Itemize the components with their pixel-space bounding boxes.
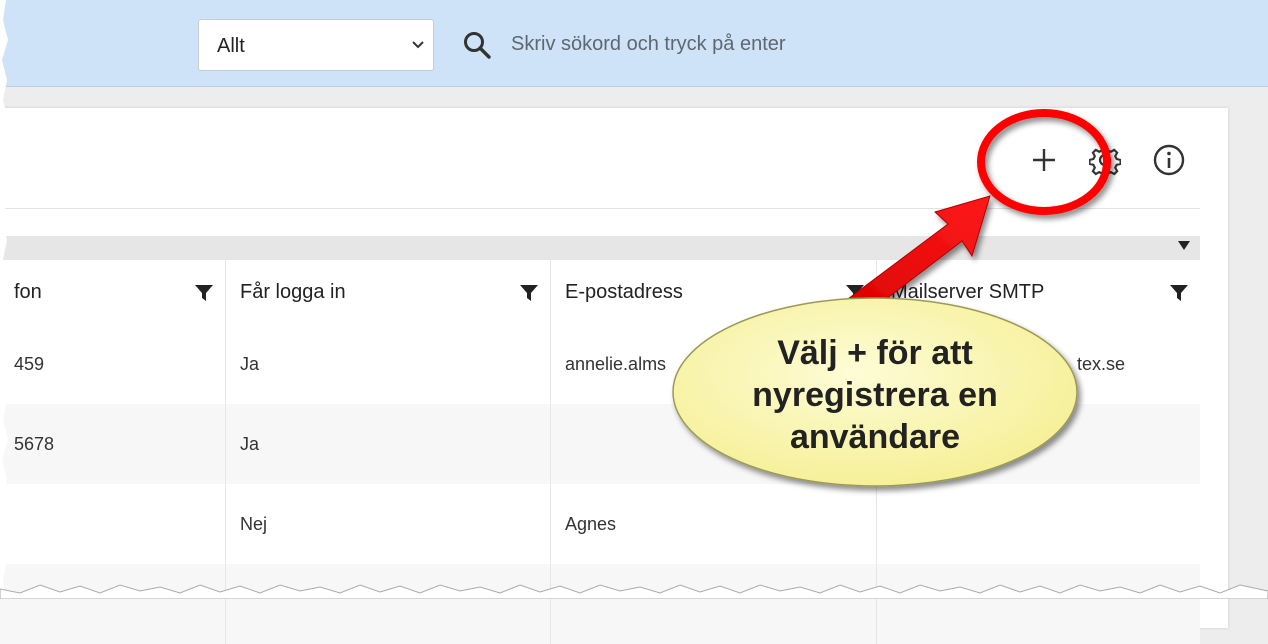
table-cell: Ja [226, 404, 551, 484]
table-cell [0, 484, 226, 564]
settings-button[interactable] [1087, 142, 1123, 178]
torn-edge-bottom [0, 584, 1268, 599]
table-cell: 459 [0, 324, 226, 404]
table-cell [226, 564, 551, 644]
filter-icon[interactable] [846, 284, 864, 302]
table-row[interactable]: Nej Agnes [0, 484, 1200, 564]
table-cell: Ja [226, 324, 551, 404]
filter-icon[interactable] [520, 284, 538, 302]
users-panel: fon Får logga in E-postadress Mailserver… [0, 108, 1228, 644]
table-row[interactable]: 5678 Ja [0, 404, 1200, 484]
table-header-row: fon Får logga in E-postadress Mailserver… [0, 260, 1200, 325]
column-header-mailserver-smtp[interactable]: Mailserver SMTP [877, 260, 1200, 324]
group-header-row [0, 236, 1200, 260]
filter-icon[interactable] [195, 284, 213, 302]
table-cell [0, 564, 226, 644]
panel-toolbar [0, 108, 1200, 209]
add-user-button[interactable] [1026, 142, 1062, 178]
torn-edge-left [0, 0, 8, 599]
top-search-bar: Allt [0, 0, 1268, 87]
caret-down-icon[interactable] [1178, 241, 1190, 251]
table-cell [877, 404, 1200, 484]
table-cell: 5678 [0, 404, 226, 484]
table-cell [877, 564, 1200, 644]
category-select[interactable]: Allt [198, 19, 434, 71]
table-cell: Agnes [551, 484, 877, 564]
table-row[interactable]: 459 Ja annelie.alms tex.se [0, 324, 1200, 404]
table-row[interactable] [0, 564, 1200, 644]
table-cell: annelie.alms [551, 324, 877, 404]
table-cell [551, 564, 877, 644]
gear-icon [1089, 145, 1121, 176]
search-icon [464, 32, 491, 59]
plus-icon [1033, 149, 1055, 171]
column-header-phone[interactable]: fon [0, 260, 226, 324]
column-header-email[interactable]: E-postadress [551, 260, 877, 324]
table-cell: tex.se [1076, 353, 1125, 374]
column-header-can-login[interactable]: Får logga in [226, 260, 551, 324]
table-cell [551, 404, 877, 484]
filter-icon[interactable] [1170, 284, 1188, 302]
info-button[interactable] [1151, 142, 1187, 178]
table-cell [877, 484, 1200, 564]
info-icon [1153, 144, 1185, 176]
chevron-down-icon [412, 41, 424, 49]
search-input[interactable] [505, 22, 1217, 66]
category-select-value: Allt [217, 35, 245, 57]
table-cell: Nej [226, 484, 551, 564]
